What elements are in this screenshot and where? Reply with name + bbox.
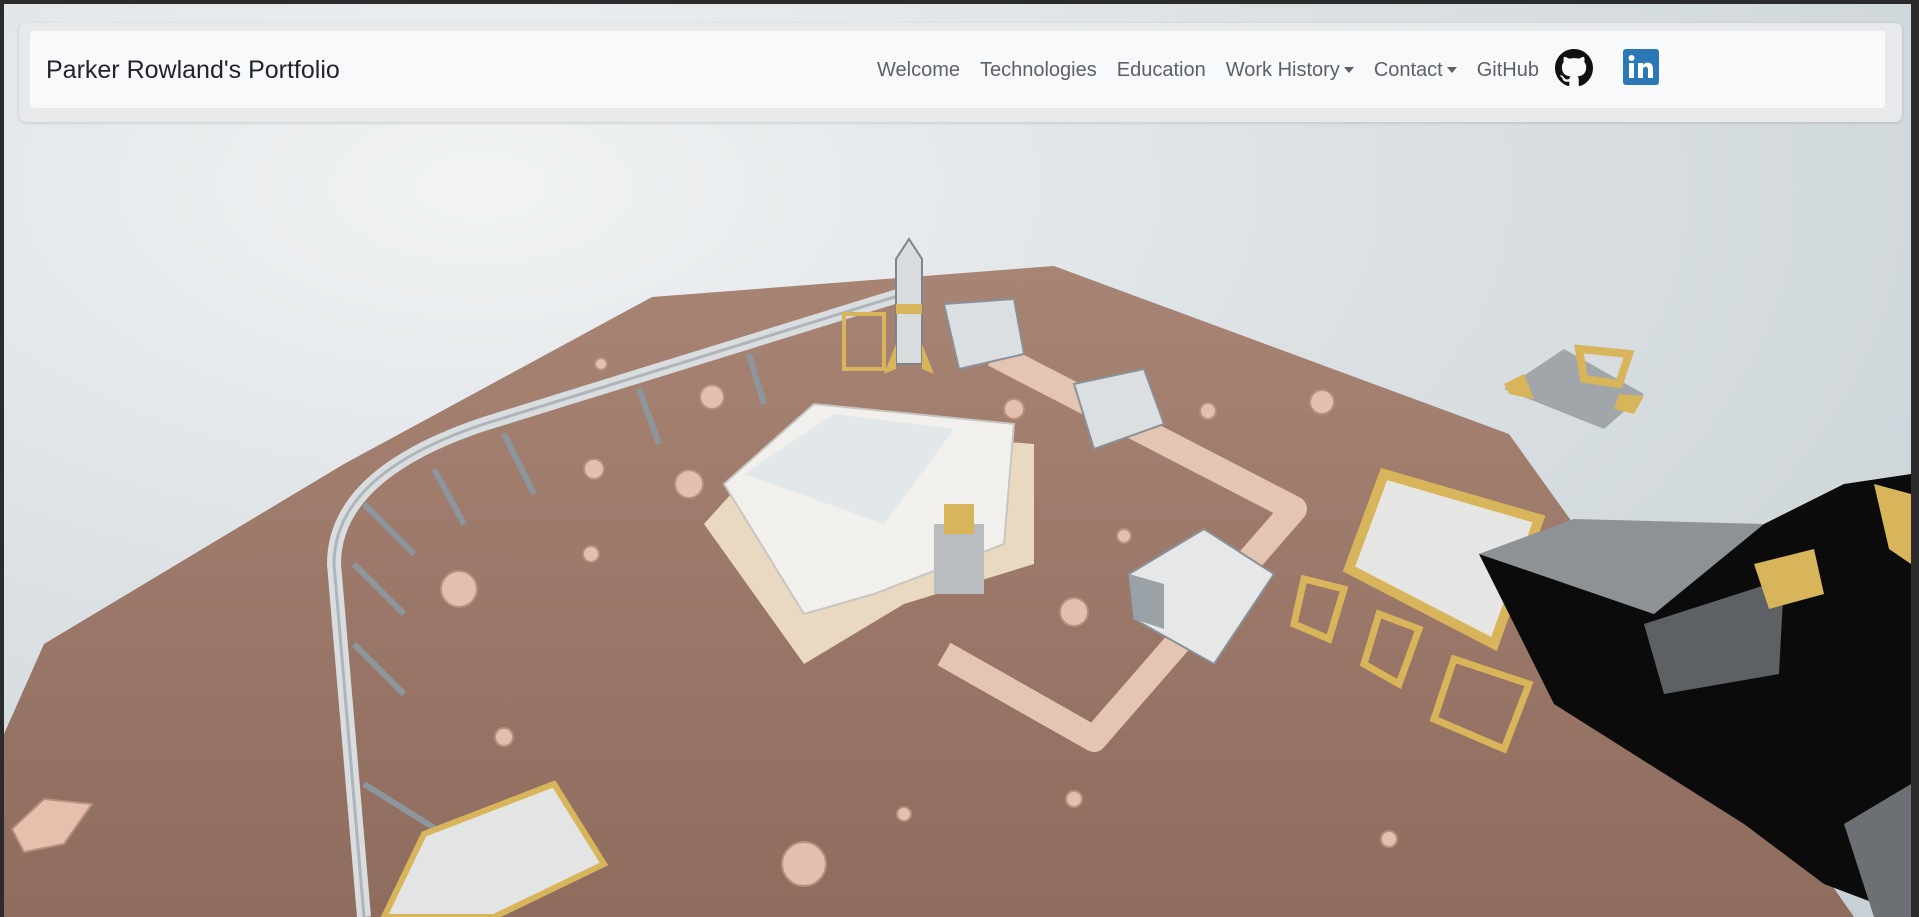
nav-technologies-label: Technologies xyxy=(980,58,1097,81)
nav-contact-dropdown[interactable]: Contact xyxy=(1364,59,1467,82)
browser-viewport: Parker Rowland's Portfolio Welcome Techn… xyxy=(4,4,1911,917)
navbar: Parker Rowland's Portfolio Welcome Techn… xyxy=(30,31,1885,108)
nav-github[interactable]: GitHub xyxy=(1467,59,1549,82)
chevron-down-icon xyxy=(1446,67,1457,73)
nav-technologies[interactable]: Technologies xyxy=(970,59,1107,82)
chevron-down-icon xyxy=(1343,67,1354,73)
nav-education[interactable]: Education xyxy=(1107,59,1216,82)
nav-work-history-dropdown[interactable]: Work History xyxy=(1216,59,1364,82)
linkedin-icon[interactable] xyxy=(1623,49,1659,90)
3d-scene-canvas[interactable] xyxy=(4,4,1911,917)
nav-links: Welcome Technologies Education Work Hist… xyxy=(867,53,1549,87)
nav-welcome-label: Welcome xyxy=(877,58,960,81)
brand-link[interactable]: Parker Rowland's Portfolio xyxy=(46,56,340,85)
github-icon[interactable] xyxy=(1555,49,1593,92)
navbar-container: Parker Rowland's Portfolio Welcome Techn… xyxy=(19,23,1902,122)
drone xyxy=(1504,344,1644,429)
nav-education-label: Education xyxy=(1116,58,1206,81)
nav-welcome[interactable]: Welcome xyxy=(867,59,970,82)
nav-github-label: GitHub xyxy=(1476,58,1539,81)
nav-work-history-label: Work History xyxy=(1225,58,1340,81)
nav-contact-label: Contact xyxy=(1373,58,1443,81)
